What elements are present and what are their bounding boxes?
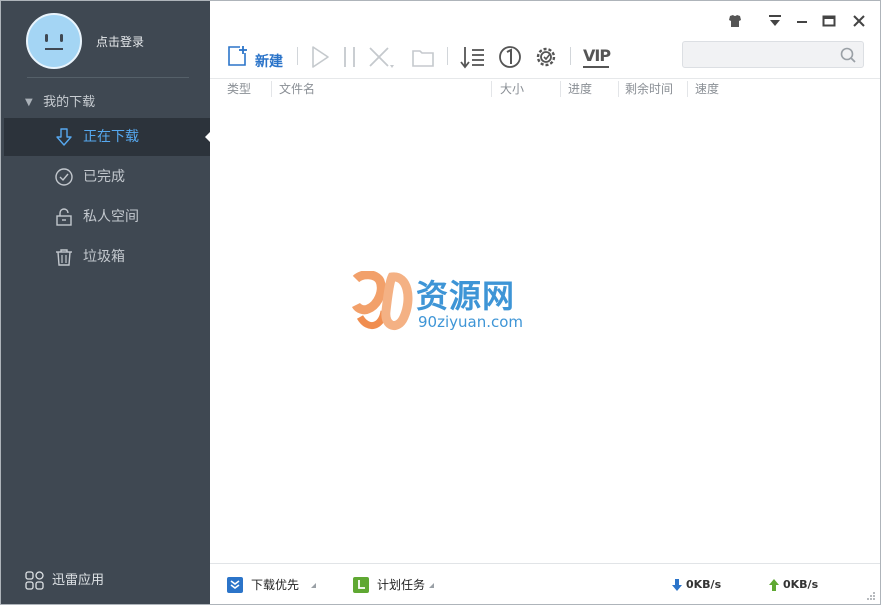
search-input[interactable] [689, 45, 833, 65]
column-type[interactable]: 类型 [227, 81, 251, 97]
apps-label: 迅雷应用 [52, 573, 105, 588]
scheduled-tasks-label: 计划任务 [377, 578, 426, 592]
settings-icon[interactable] [532, 43, 560, 71]
vip-button[interactable]: VIP [581, 43, 611, 71]
column-divider[interactable] [618, 81, 619, 97]
toolbar-separator [297, 47, 298, 65]
upload-arrow-icon [769, 579, 779, 591]
column-divider[interactable] [687, 81, 688, 97]
app-window: 点击登录 ▼ 我的下载 正在下载 已完成 私人空间 垃圾箱 迅雷应用 新建 VI… [0, 0, 881, 605]
sidebar-item-label: 私人空间 [83, 209, 139, 225]
chevron-down-icon: ▼ [25, 97, 33, 108]
group-label: 我的下载 [43, 95, 96, 110]
upload-speed: 0KB/s [768, 576, 828, 594]
skin-icon[interactable] [725, 11, 745, 31]
column-size[interactable]: 大小 [500, 81, 524, 97]
watermark-subtitle: 90ziyuan.com [418, 313, 524, 331]
column-speed[interactable]: 速度 [695, 81, 719, 97]
column-progress[interactable]: 进度 [568, 81, 592, 97]
column-remaining-time[interactable]: 剩余时间 [625, 81, 673, 97]
download-priority-button[interactable]: 下载优先 [227, 576, 319, 594]
sidebar-item-label: 正在下载 [83, 129, 139, 145]
new-file-icon [228, 46, 247, 66]
watermark: 资源网 90ziyuan.com [350, 271, 540, 335]
menu-icon[interactable] [765, 11, 785, 31]
column-divider[interactable] [560, 81, 561, 97]
start-icon[interactable] [308, 43, 332, 71]
sort-icon[interactable] [460, 43, 486, 71]
search-icon[interactable] [839, 46, 857, 64]
my-downloads-group[interactable]: ▼ 我的下载 [25, 93, 95, 113]
dropdown-caret-icon [429, 583, 434, 588]
user-avatar[interactable] [26, 13, 82, 69]
open-folder-icon[interactable] [410, 43, 436, 71]
sidebar-item-completed[interactable]: 已完成 [4, 158, 210, 196]
vip-underline [583, 66, 609, 68]
sidebar-item-private-space[interactable]: 私人空间 [4, 198, 210, 236]
avatar-mouth [45, 48, 63, 50]
new-task-button[interactable]: 新建 [224, 43, 304, 71]
download-speed: 0KB/s [671, 576, 731, 594]
download-speed-value: 0KB/s [686, 578, 722, 591]
single-task-icon[interactable] [496, 43, 524, 71]
download-arrow-icon [56, 128, 72, 146]
lock-icon [56, 208, 72, 226]
search-box [682, 41, 864, 68]
download-priority-icon [227, 577, 243, 593]
sidebar-item-label: 垃圾箱 [83, 249, 125, 265]
toolbar-separator [570, 47, 571, 65]
toolbar-separator [447, 47, 448, 65]
apps-grid-icon [25, 570, 44, 590]
column-divider[interactable] [491, 81, 492, 97]
task-list-header: 类型 文件名 大小 进度 剩余时间 速度 [210, 78, 880, 99]
sidebar-divider [27, 77, 189, 78]
pause-icon[interactable] [338, 43, 362, 71]
minimize-icon[interactable] [792, 11, 812, 31]
avatar-eye-left [45, 34, 48, 42]
sidebar: 点击登录 ▼ 我的下载 正在下载 已完成 私人空间 垃圾箱 迅雷应用 [1, 1, 211, 604]
vip-label: VIP [583, 46, 611, 65]
status-bar: 下载优先 计划任务 0KB/s 0KB/s [210, 563, 880, 604]
watermark-title: 资源网 [416, 277, 516, 315]
thunder-apps-button[interactable]: 迅雷应用 [24, 569, 104, 593]
check-circle-icon [55, 168, 73, 186]
sidebar-item-label: 已完成 [83, 169, 125, 185]
download-priority-label: 下载优先 [251, 578, 300, 592]
sidebar-item-downloading[interactable]: 正在下载 [4, 118, 211, 156]
avatar-eye-right [60, 34, 63, 42]
dropdown-caret-icon [311, 583, 316, 588]
upload-speed-value: 0KB/s [783, 578, 819, 591]
delete-icon[interactable] [367, 43, 395, 71]
main-panel: 新建 VIP 类型 文件名 大小 进度 剩余时间 速度 资源网 90ziyuan… [210, 1, 880, 604]
maximize-icon[interactable] [819, 11, 839, 31]
scheduled-tasks-button[interactable]: 计划任务 [353, 576, 439, 594]
new-task-label: 新建 [255, 54, 283, 70]
resize-grip-icon[interactable] [866, 591, 876, 601]
download-arrow-icon [672, 579, 682, 591]
column-filename[interactable]: 文件名 [279, 81, 315, 97]
sidebar-item-trash[interactable]: 垃圾箱 [4, 238, 210, 276]
watermark-logo-icon [351, 271, 413, 330]
schedule-clock-icon [353, 577, 369, 593]
login-link[interactable]: 点击登录 [96, 33, 144, 50]
column-divider[interactable] [271, 81, 272, 97]
trash-icon [56, 249, 72, 266]
close-icon[interactable] [849, 11, 869, 31]
